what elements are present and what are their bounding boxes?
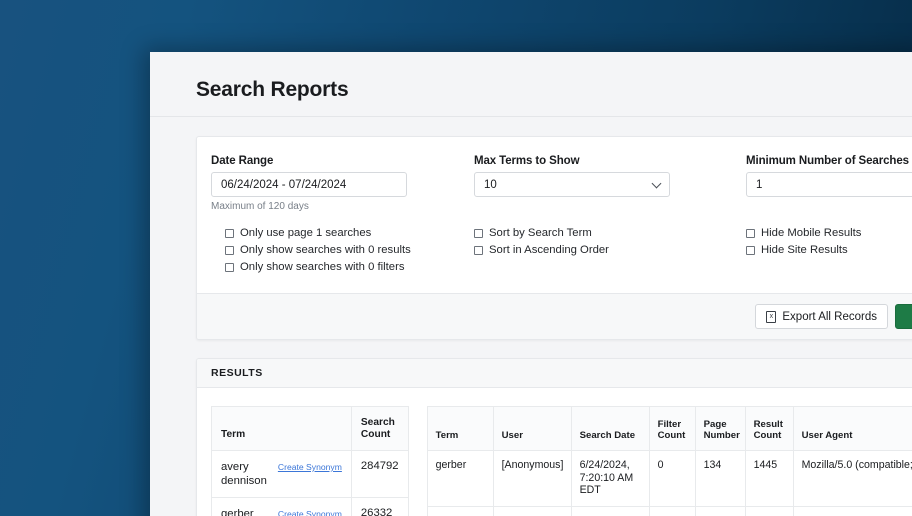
detail-cell-search-date: 6/24/2024, 6:17:30 AM EDT — [570, 506, 650, 516]
detail-cell-page-number: 54 — [694, 506, 746, 516]
checkbox-sort-ascending[interactable]: Sort in Ascending Order — [474, 243, 746, 257]
terms-table-wrap: Term Search Count avery dennison Create … — [197, 406, 409, 516]
checkbox-hide-site[interactable]: Hide Site Results — [746, 243, 912, 257]
checkbox-label: Only show searches with 0 results — [240, 244, 411, 256]
create-synonym-link[interactable]: Create Synonym — [278, 460, 342, 472]
checkbox-box-icon[interactable] — [746, 245, 755, 255]
terms-col-term[interactable]: Term — [211, 406, 352, 451]
terms-cell-count: 284792 — [350, 450, 409, 498]
results-section-label: RESULTS — [211, 367, 263, 379]
filter-column-max-terms: Max Terms to Show 10 — [474, 155, 746, 212]
app-panel: Search Reports Date Range 06/24/2024 - 0… — [150, 52, 912, 516]
checkbox-label: Sort by Search Term — [489, 227, 592, 239]
export-toolbar: x Export All Records — [197, 293, 912, 339]
detail-cell-term: gerber — [426, 506, 494, 516]
checkbox-box-icon[interactable] — [225, 245, 234, 255]
table-row: gerber [Anonymous] 6/24/2024, 6:17:30 AM… — [426, 506, 912, 516]
detail-cell-page-number: 134 — [694, 450, 746, 507]
detail-cell-result-count: 1445 — [744, 450, 794, 507]
checkbox-box-icon[interactable] — [225, 262, 234, 272]
detail-col-page-number[interactable]: Page Number — [694, 406, 746, 451]
results-card: RESULTS Term Search Count avery dennison… — [196, 358, 912, 516]
checkbox-label: Hide Site Results — [761, 244, 848, 256]
checkbox-sort-by-term[interactable]: Sort by Search Term — [474, 226, 746, 240]
checkbox-zero-results[interactable]: Only show searches with 0 results — [225, 243, 474, 257]
export-filtered-records-button[interactable] — [895, 304, 912, 329]
detail-cell-search-date: 6/24/2024, 7:20:10 AM EDT — [570, 450, 650, 507]
checkbox-group-middle: Sort by Search Term Sort in Ascending Or… — [474, 226, 746, 277]
terms-table: Term Search Count avery dennison Create … — [211, 406, 409, 516]
checkbox-label: Only show searches with 0 filters — [240, 261, 405, 273]
excel-file-icon: x — [766, 310, 777, 323]
checkbox-box-icon[interactable] — [746, 228, 755, 238]
terms-cell-term: avery dennison Create Synonym — [211, 450, 352, 498]
date-range-label: Date Range — [211, 155, 274, 167]
detail-col-search-date[interactable]: Search Date — [570, 406, 650, 451]
terms-cell-term: gerber Create Synonym — [211, 497, 352, 516]
detail-col-user[interactable]: User — [492, 406, 572, 451]
detail-col-result-count[interactable]: Result Count — [744, 406, 794, 451]
table-row: gerber [Anonymous] 6/24/2024, 7:20:10 AM… — [426, 450, 912, 507]
terms-table-header-row: Term Search Count — [211, 406, 409, 451]
table-row: avery dennison Create Synonym 284792 — [211, 450, 409, 498]
terms-col-search-count[interactable]: Search Count — [350, 406, 409, 451]
detail-cell-user: [Anonymous] — [492, 450, 572, 507]
checkbox-only-page-1[interactable]: Only use page 1 searches — [225, 226, 474, 240]
checkbox-box-icon[interactable] — [474, 228, 483, 238]
filter-body: Date Range 06/24/2024 - 07/24/2024 Maxim… — [197, 137, 912, 226]
detail-col-term[interactable]: Term — [426, 406, 494, 451]
detail-table-header-row: Term User Search Date Filter Count Page … — [426, 406, 912, 451]
checkbox-box-icon[interactable] — [474, 245, 483, 255]
max-terms-select-wrap: 10 — [474, 172, 670, 197]
min-searches-label: Minimum Number of Searches — [746, 155, 909, 167]
filter-column-date: Date Range 06/24/2024 - 07/24/2024 Maxim… — [197, 155, 474, 212]
date-range-hint: Maximum of 120 days — [211, 201, 309, 212]
term-text: avery dennison — [221, 461, 267, 487]
detail-cell-user: [Anonymous] — [492, 506, 572, 516]
detail-table: Term User Search Date Filter Count Page … — [426, 406, 912, 516]
export-all-records-label: Export All Records — [782, 310, 877, 323]
min-searches-input[interactable]: 1 — [746, 172, 912, 197]
checkbox-group-right: Hide Mobile Results Hide Site Results — [746, 226, 912, 277]
checkbox-label: Sort in Ascending Order — [489, 244, 609, 256]
max-terms-select[interactable]: 10 — [474, 172, 670, 197]
export-all-records-button[interactable]: x Export All Records — [755, 304, 888, 329]
checkbox-box-icon[interactable] — [225, 228, 234, 238]
checkbox-group-left: Only use page 1 searches Only show searc… — [197, 226, 474, 277]
detail-cell-user-agent: Mozilla/5.0 (compatible; Sem.. — [792, 450, 912, 507]
date-range-input[interactable]: 06/24/2024 - 07/24/2024 — [211, 172, 407, 197]
page-title: Search Reports — [196, 78, 349, 101]
detail-cell-term: gerber — [426, 450, 494, 507]
detail-cell-filter-count: 2 — [648, 506, 696, 516]
checkbox-zero-filters[interactable]: Only show searches with 0 filters — [225, 260, 474, 274]
terms-cell-count: 26332 — [350, 497, 409, 516]
table-row: gerber Create Synonym 26332 — [211, 497, 409, 516]
checkbox-hide-mobile[interactable]: Hide Mobile Results — [746, 226, 912, 240]
detail-table-wrap: Term User Search Date Filter Count Page … — [409, 406, 912, 516]
results-header: RESULTS — [197, 359, 912, 388]
detail-col-filter-count[interactable]: Filter Count — [648, 406, 696, 451]
max-terms-label: Max Terms to Show — [474, 155, 580, 167]
create-synonym-link[interactable]: Create Synonym — [278, 507, 342, 516]
checkbox-label: Only use page 1 searches — [240, 227, 372, 239]
filter-card: Date Range 06/24/2024 - 07/24/2024 Maxim… — [196, 136, 912, 340]
filter-column-min-searches: Minimum Number of Searches 1 — [746, 155, 912, 212]
detail-cell-result-count: 937 — [744, 506, 794, 516]
detail-cell-filter-count: 0 — [648, 450, 696, 507]
checkbox-label: Hide Mobile Results — [761, 227, 862, 239]
page-header: Search Reports — [150, 52, 912, 117]
term-text: gerber — [221, 508, 254, 516]
results-body: Term Search Count avery dennison Create … — [197, 388, 912, 516]
detail-cell-user-agent: facebookexternalhit/1.1 (+htt.. — [792, 506, 912, 516]
detail-col-user-agent[interactable]: User Agent — [792, 406, 912, 451]
filter-checkboxes: Only use page 1 searches Only show searc… — [197, 226, 912, 293]
